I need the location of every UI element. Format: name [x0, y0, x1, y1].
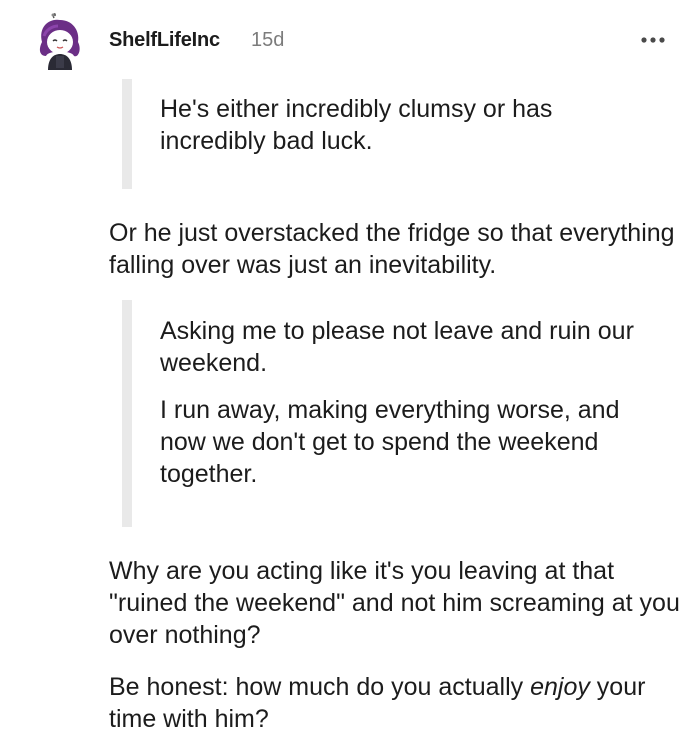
- blockquote-text: Asking me to please not leave and ruin o…: [160, 315, 660, 490]
- para-text: Be honest: how much do you actually: [109, 673, 531, 701]
- body-paragraph: Or he just overstacked the fridge so tha…: [109, 219, 675, 279]
- comment-header: ShelfLifeInc 15d: [0, 0, 700, 80]
- emphasis-text: enjoy: [530, 673, 590, 701]
- avatar[interactable]: [32, 12, 88, 72]
- username[interactable]: ShelfLifeInc: [109, 29, 220, 52]
- quote-paragraph: He's either incredibly clumsy or has inc…: [160, 95, 553, 155]
- body-paragraph: Be honest: how much do you actually enjo…: [109, 671, 689, 735]
- body-paragraph: Why are you acting like it's you leaving…: [109, 557, 680, 649]
- blockquote-text: He's either incredibly clumsy or has inc…: [160, 93, 660, 157]
- timestamp: 15d: [251, 29, 285, 51]
- quote-paragraph: I run away, making everything worse, and…: [160, 396, 620, 488]
- quote-paragraph: Asking me to please not leave and ruin o…: [160, 317, 634, 377]
- comment-paragraph: Why are you acting like it's you leaving…: [109, 555, 689, 735]
- blockquote-bar: [122, 300, 132, 527]
- blockquote-bar: [122, 79, 132, 189]
- comment-paragraph: Or he just overstacked the fridge so tha…: [109, 217, 689, 281]
- more-options-icon[interactable]: [640, 30, 666, 50]
